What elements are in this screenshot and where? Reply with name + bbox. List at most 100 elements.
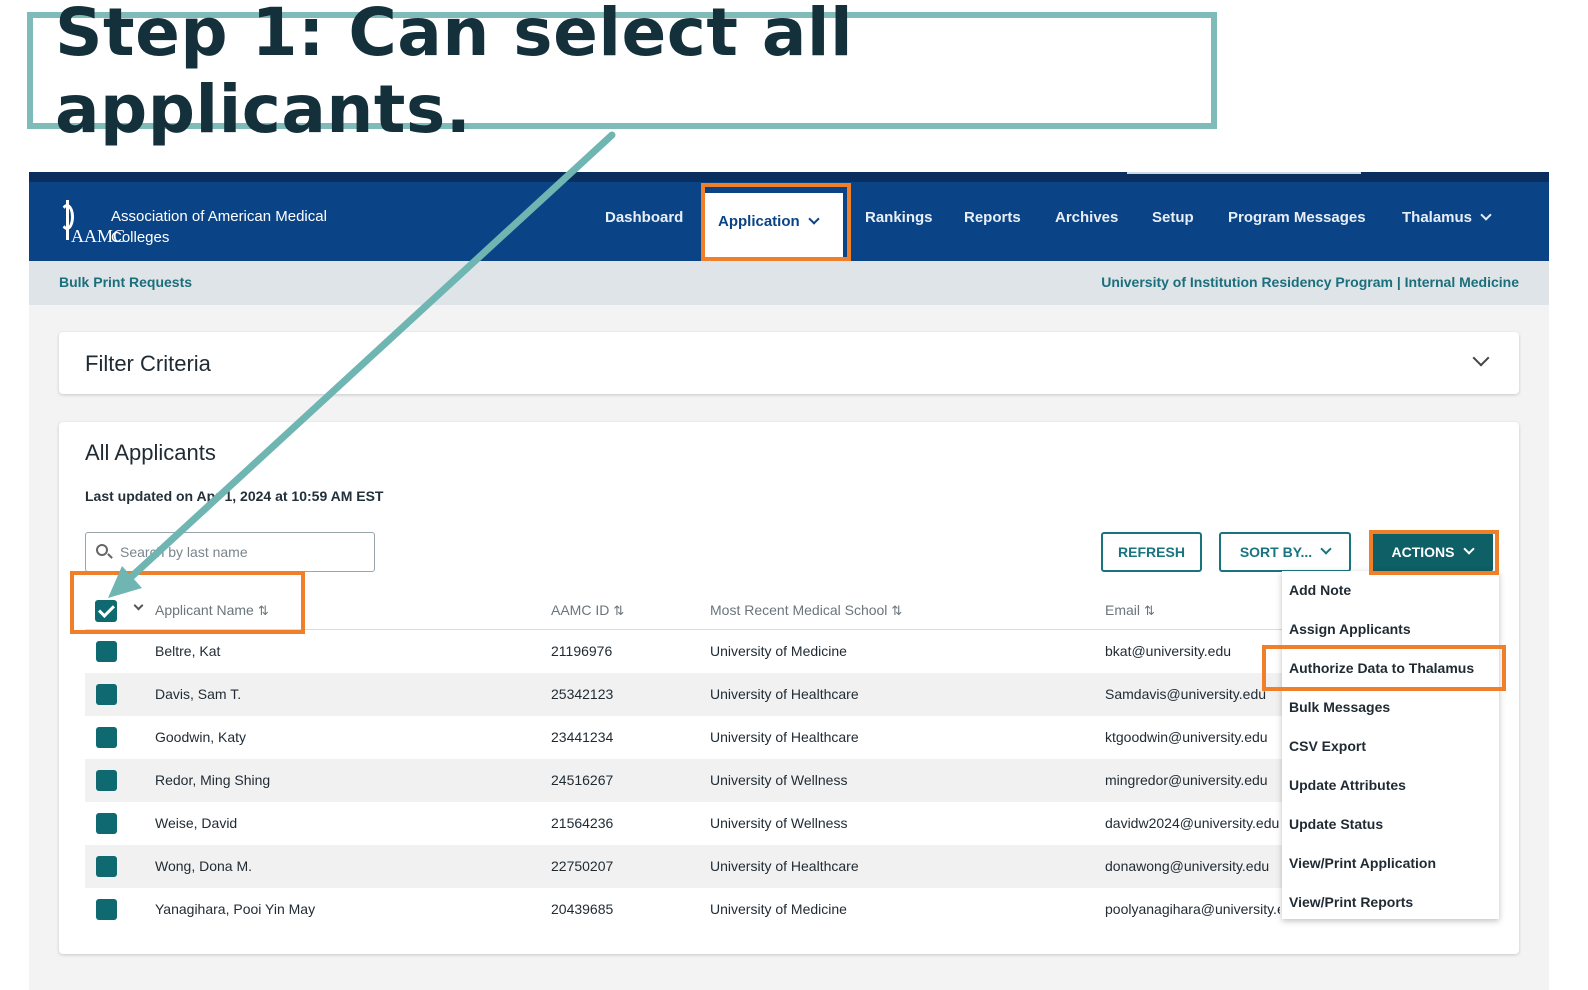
sort-icon: ⇅ [891,603,903,618]
table-header: Applicant Name ⇅ AAMC ID ⇅ Most Recent Med… [85,590,1285,630]
applicant-name[interactable]: Redor, Ming Shing [155,772,535,788]
col-email[interactable]: Email ⇅ [1105,602,1155,619]
applicant-name[interactable]: Wong, Dona M. [155,858,535,874]
col-applicant-name-label: Applicant Name [155,602,254,618]
menu-item-bulk-messages[interactable]: Bulk Messages [1289,699,1390,715]
actions-button[interactable]: ACTIONS [1371,532,1493,572]
medical-school: University of Healthcare [710,729,859,745]
top-nav: AAMC Association of American Medical Col… [29,172,1549,261]
sort-icon: ⇅ [257,603,269,618]
chevron-down-icon [808,213,820,225]
nav-reports[interactable]: Reports [964,209,1021,226]
nav-setup[interactable]: Setup [1152,209,1194,226]
refresh-button[interactable]: REFRESH [1101,532,1202,572]
nav-application[interactable]: Application [718,213,820,230]
aamc-id: 20439685 [551,901,614,917]
row-checkbox[interactable] [96,770,117,791]
menu-item-csv-export[interactable]: CSV Export [1289,738,1366,754]
sub-header-bar: Bulk Print Requests University of Instit… [29,261,1549,305]
row-checkbox[interactable] [96,899,117,920]
table-row[interactable]: Yanagihara, Pooi Yin May 20439685 Univer… [85,888,1285,931]
row-checkbox[interactable] [96,641,117,662]
nav-dashboard[interactable]: Dashboard [605,209,683,226]
sort-by-button[interactable]: SORT BY... [1219,532,1351,572]
search-box[interactable] [85,532,375,572]
medical-school: University of Healthcare [710,858,859,874]
filter-criteria-panel[interactable]: Filter Criteria [59,332,1519,394]
menu-item-assign-applicants[interactable]: Assign Applicants [1289,621,1411,637]
chevron-down-icon [1462,543,1475,555]
email: ktgoodwin@university.edu [1105,729,1268,745]
sort-by-label: SORT BY... [1239,544,1313,560]
row-checkbox[interactable] [96,813,117,834]
nav-thalamus[interactable]: Thalamus [1402,209,1492,226]
col-applicant-name[interactable]: Applicant Name ⇅ [155,602,269,619]
table-row[interactable]: Goodwin, Katy 23441234 University of Hea… [85,716,1285,759]
nav-application-label: Application [718,213,800,230]
col-medical-school[interactable]: Most Recent Medical School ⇅ [710,602,902,619]
sort-icon: ⇅ [1144,603,1155,618]
col-aamc-id[interactable]: AAMC ID ⇅ [551,602,624,619]
chevron-down-icon [1480,209,1492,221]
table-row[interactable]: Wong, Dona M. 22750207 University of Hea… [85,845,1285,888]
search-input[interactable] [120,542,360,562]
table-row[interactable]: Davis, Sam T. 25342123 University of Hea… [85,673,1285,716]
aamc-id: 21196976 [551,643,613,659]
medical-school: University of Medicine [710,643,847,659]
last-updated-text: Last updated on Apr 1, 2024 at 10:59 AM … [85,488,384,504]
nav-rankings[interactable]: Rankings [865,209,933,226]
applicant-name[interactable]: Goodwin, Katy [155,729,535,745]
applicant-name[interactable]: Beltre, Kat [155,643,535,659]
app-window: AAMC Association of American Medical Col… [29,172,1549,990]
nav-archives[interactable]: Archives [1055,209,1118,226]
medical-school: University of Wellness [710,815,848,831]
actions-dropdown-menu: Add Note Assign Applicants Authorize Dat… [1282,571,1499,919]
email: Samdavis@university.edu [1105,686,1267,702]
menu-item-view-print-reports[interactable]: View/Print Reports [1289,894,1413,910]
chevron-down-icon[interactable] [133,600,144,611]
actions-label: ACTIONS [1391,544,1455,560]
medical-school: University of Medicine [710,901,847,917]
bulk-print-requests-link[interactable]: Bulk Print Requests [59,274,192,290]
aamc-id: 25342123 [551,686,614,702]
row-checkbox[interactable] [96,684,117,705]
applicant-name[interactable]: Weise, David [155,815,535,831]
program-name-link[interactable]: University of Institution Residency Prog… [1101,274,1519,290]
row-checkbox[interactable] [96,856,117,877]
table-row[interactable]: Redor, Ming Shing 24516267 University of… [85,759,1285,802]
nav-program-messages[interactable]: Program Messages [1228,209,1366,226]
caduceus-icon [57,198,77,242]
applicant-rows: Beltre, Kat 21196976 University of Medic… [85,630,1285,931]
menu-item-update-attributes[interactable]: Update Attributes [1289,777,1406,793]
medical-school: University of Wellness [710,772,848,788]
chevron-down-icon[interactable] [1472,349,1490,367]
aamc-id: 21564236 [551,815,614,831]
table-row[interactable]: Weise, David 21564236 University of Well… [85,802,1285,845]
step-banner-text: Step 1: Can select all applicants. [55,0,854,148]
menu-item-view-print-application[interactable]: View/Print Application [1289,855,1436,871]
menu-item-update-status[interactable]: Update Status [1289,816,1383,832]
email: bkat@university.edu [1105,643,1232,659]
all-applicants-panel: All Applicants Last updated on Apr 1, 20… [59,422,1519,954]
email: poolyanagihara@university.edu [1105,901,1280,917]
aamc-id: 23441234 [551,729,614,745]
aamc-id: 24516267 [551,772,614,788]
col-aamc-id-label: AAMC ID [551,602,610,618]
medical-school: University of Healthcare [710,686,859,702]
nav-top-divider [1127,172,1361,174]
row-checkbox[interactable] [96,727,117,748]
email: davidw2024@university.edu [1105,815,1280,831]
aamc-id: 22750207 [551,858,614,874]
step-banner: Step 1: Can select all applicants. [27,0,1217,148]
menu-item-add-note[interactable]: Add Note [1289,582,1351,598]
col-medical-school-label: Most Recent Medical School [710,602,888,618]
table-row[interactable]: Beltre, Kat 21196976 University of Medic… [85,630,1285,673]
nav-thalamus-label: Thalamus [1402,209,1473,226]
chevron-down-icon [1320,543,1332,555]
org-name: Association of American Medical Colleges [111,208,327,246]
email: mingredor@university.edu [1105,772,1268,788]
select-all-checkbox[interactable] [95,600,117,622]
applicant-name[interactable]: Yanagihara, Pooi Yin May [155,901,535,917]
applicant-name[interactable]: Davis, Sam T. [155,686,535,702]
menu-item-authorize-data-to-thalamus[interactable]: Authorize Data to Thalamus [1289,660,1474,676]
